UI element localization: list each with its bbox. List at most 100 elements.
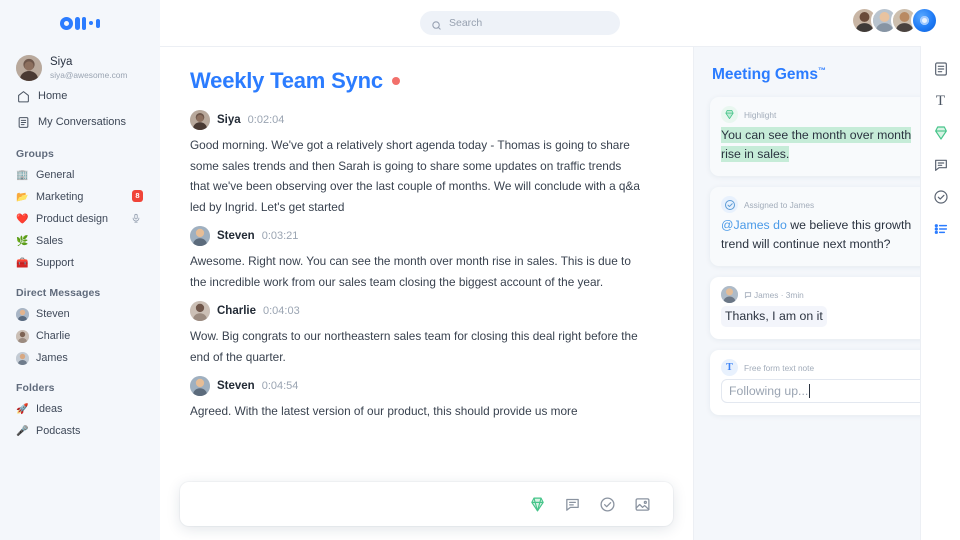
sidebar-group-general[interactable]: 🏢 General [14, 164, 146, 186]
text-note-icon: T [721, 359, 738, 377]
camera-lens-icon [920, 16, 929, 25]
avatar [190, 110, 210, 130]
message-header: Siya 0:02:04 [190, 110, 665, 130]
card-label-text: James · 3min [754, 289, 804, 300]
text-cursor [809, 384, 811, 399]
card-label: Free form text note [744, 362, 815, 373]
sidebar-group-product-design[interactable]: ❤️ Product design [14, 208, 146, 230]
mention[interactable]: @James do [721, 218, 787, 232]
participant-avatars [851, 7, 938, 34]
avatar [16, 351, 29, 365]
sidebar: Siya siya@awesome.com Home My Conversati… [0, 0, 160, 540]
home-icon [16, 89, 30, 103]
message-text[interactable]: Agreed. With the latest version of our p… [190, 401, 642, 422]
comment-icon[interactable] [564, 496, 581, 513]
gems-title-text: Meeting Gems [712, 66, 818, 84]
sidebar-dm-steven[interactable]: Steven [14, 303, 146, 325]
logo-bar-3 [95, 18, 101, 28]
dm-label: James [36, 352, 68, 364]
sidebar-group-support[interactable]: 🧰 Support [14, 252, 146, 274]
app-window: Siya siya@awesome.com Home My Conversati… [0, 0, 960, 540]
speaker-name: Siya [217, 114, 241, 126]
highlight-gem-icon[interactable] [529, 496, 546, 513]
transcript-message: Steven 0:04:54 Agreed. With the latest v… [190, 376, 665, 422]
card-text: Thanks, I am on it [721, 306, 933, 328]
timestamp[interactable]: 0:03:21 [262, 230, 299, 242]
highlight-gem-icon [721, 106, 738, 124]
message-text[interactable]: Good morning. We've got a relatively sho… [190, 135, 642, 217]
sidebar-dm-charlie[interactable]: Charlie [14, 325, 146, 347]
dm-label: Steven [36, 308, 70, 320]
search-placeholder: Search [449, 17, 483, 29]
toolbox-emoji-icon: 🧰 [16, 257, 29, 269]
avatar [190, 301, 210, 321]
search-icon [431, 18, 442, 30]
sidebar-folder-podcasts[interactable]: 🎤 Podcasts [14, 420, 146, 442]
sidebar-dm-james[interactable]: James [14, 347, 146, 369]
sidebar-folder-ideas[interactable]: 🚀 Ideas [14, 398, 146, 420]
transcript-message: Siya 0:02:04 Good morning. We've got a r… [190, 110, 665, 217]
otter-logo-icon [59, 16, 101, 30]
recording-dot-icon [391, 77, 400, 85]
outline-list-icon[interactable] [932, 220, 950, 238]
timestamp[interactable]: 0:04:03 [263, 305, 300, 317]
gem-card-text-note[interactable]: T Free form text note Following up... [710, 350, 944, 416]
card-label: James · 3min [744, 290, 804, 300]
folder-emoji-icon: 📂 [16, 191, 29, 203]
message-text[interactable]: Awesome. Right now. You can see the mont… [190, 251, 642, 292]
folders-section-title: Folders [16, 382, 55, 394]
image-icon[interactable] [634, 496, 651, 513]
avatar [16, 329, 29, 343]
avatar [16, 55, 42, 81]
text-icon[interactable]: T [932, 92, 950, 110]
timestamp[interactable]: 0:02:04 [248, 114, 285, 126]
page-title: Weekly Team Sync [190, 68, 383, 93]
sidebar-item-home[interactable]: Home [14, 83, 146, 109]
message-header: Steven 0:04:54 [190, 376, 665, 396]
card-header: Assigned to James [721, 196, 933, 214]
card-text: @James do we believe this growth trend w… [721, 216, 933, 254]
highlighted-text: You can see the month over month rise in… [721, 127, 912, 163]
gem-card-action-item[interactable]: Assigned to James @James do we believe t… [710, 187, 944, 267]
conversations-icon [16, 115, 30, 129]
card-header: James · 3min [721, 286, 933, 304]
speaker-name: Steven [217, 380, 255, 392]
task-check-icon[interactable] [599, 496, 616, 513]
timestamp[interactable]: 0:04:54 [262, 380, 299, 392]
group-label: Support [36, 257, 74, 269]
logo-bar-1 [75, 16, 80, 30]
sidebar-group-marketing[interactable]: 📂 Marketing 8 [14, 186, 146, 208]
logo[interactable] [14, 0, 146, 46]
highlight-gem-icon[interactable] [932, 124, 950, 142]
sidebar-user[interactable]: Siya siya@awesome.com [14, 53, 146, 83]
dm-label: Charlie [36, 330, 71, 342]
transcript-message: Charlie 0:04:03 Wow. Big congrats to our… [190, 301, 665, 367]
rocket-emoji-icon: 🚀 [16, 403, 29, 415]
meeting-header: Weekly Team Sync [190, 68, 665, 94]
sidebar-item-label: My Conversations [38, 116, 127, 128]
record-button[interactable] [911, 7, 938, 34]
heart-emoji-icon: ❤️ [16, 213, 29, 225]
message-text[interactable]: Wow. Big congrats to our northeastern sa… [190, 326, 642, 367]
building-emoji-icon: 🏢 [16, 169, 29, 181]
transcript-panel: Weekly Team Sync Siya 0:02:04 Good morni… [160, 47, 694, 540]
search-input[interactable]: Search [420, 11, 620, 35]
gem-card-reply[interactable]: James · 3min Thanks, I am on it [710, 277, 944, 340]
gem-card-highlight[interactable]: Highlight You can see the month over mon… [710, 97, 944, 177]
sidebar-item-my-conversations[interactable]: My Conversations [14, 109, 146, 135]
speaker-name: Charlie [217, 305, 256, 317]
note-input[interactable]: Following up... [721, 379, 933, 404]
notes-icon[interactable] [932, 60, 950, 78]
card-label: Highlight [744, 109, 777, 120]
sidebar-group-sales[interactable]: 🌿 Sales [14, 230, 146, 252]
avatar [190, 376, 210, 396]
sidebar-item-label: Home [38, 90, 68, 102]
card-text: You can see the month over month rise in… [721, 126, 933, 164]
task-check-icon[interactable] [932, 188, 950, 206]
logo-dot [88, 20, 94, 26]
group-label: Product design [36, 213, 109, 225]
main-area: Search Weekly Team Sync Siya 0:02:04 Goo… [160, 0, 960, 540]
composer-toolbar [180, 482, 673, 526]
user-name: Siya [50, 55, 73, 68]
comment-icon[interactable] [932, 156, 950, 174]
